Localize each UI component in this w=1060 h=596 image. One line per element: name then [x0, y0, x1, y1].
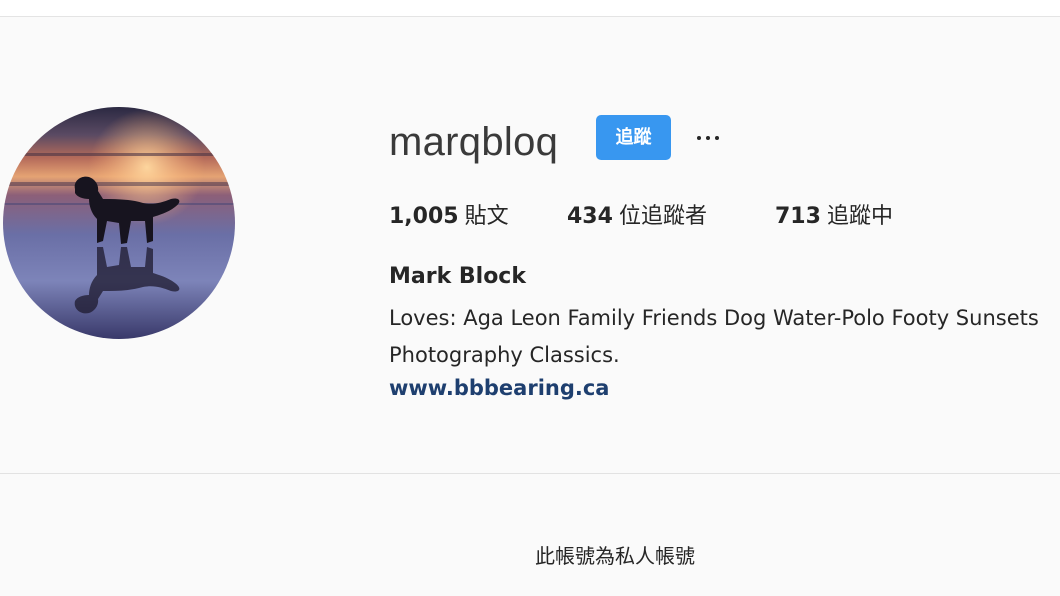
following-count: 713: [775, 204, 821, 229]
followers-label: 位追蹤者: [618, 204, 707, 229]
avatar-photo: [3, 107, 235, 339]
following-label: 追蹤中: [826, 204, 893, 229]
top-nav-bar: [0, 0, 1060, 17]
profile-avatar[interactable]: [3, 107, 235, 339]
private-account-notice: 此帳號為私人帳號: [535, 544, 695, 568]
followers-count: 434: [567, 204, 613, 229]
posts-label: 貼文: [464, 204, 509, 229]
profile-website-link[interactable]: www.bbbearing.ca: [389, 374, 609, 402]
posts-count: 1,005: [389, 204, 459, 229]
followers-stat[interactable]: 434 位追蹤者: [567, 202, 707, 232]
profile-full-name: Mark Block: [389, 264, 526, 289]
profile-username: marqbloq: [389, 120, 559, 164]
following-stat[interactable]: 713 追蹤中: [775, 202, 893, 232]
profile-bio: Loves: Aga Leon Family Friends Dog Water…: [389, 306, 1039, 367]
more-options-icon[interactable]: [692, 122, 726, 152]
follow-button[interactable]: 追蹤: [596, 115, 671, 160]
posts-stat: 1,005 貼文: [389, 202, 509, 232]
profile-header: marqbloq 追蹤 1,005 貼文 434 位追蹤者 713 追蹤中 Mark …: [0, 17, 1060, 474]
